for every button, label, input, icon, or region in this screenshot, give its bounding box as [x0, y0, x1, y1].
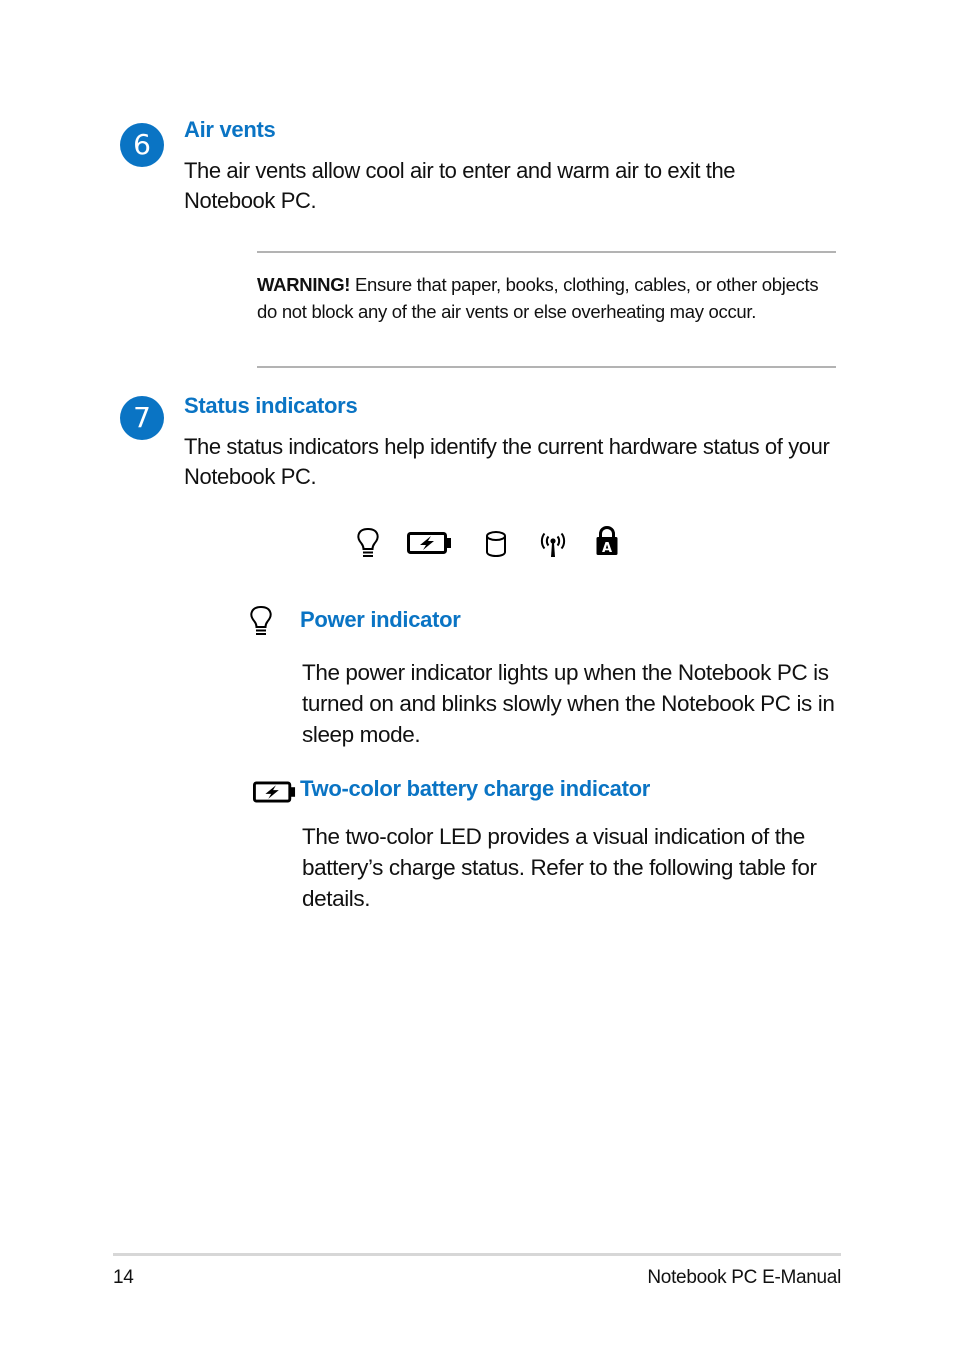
power-bulb-icon: [356, 528, 380, 558]
section-heading-status-indicators: Status indicators: [184, 393, 358, 418]
power-bulb-icon: [249, 606, 273, 636]
section-number: 6: [133, 128, 151, 161]
subsection-body-battery-indicator: The two-color LED provides a visual indi…: [302, 824, 817, 911]
section-body-status-indicators: The status indicators help identify the …: [184, 434, 830, 489]
subsection-heading-battery-indicator: Two-color battery charge indicator: [300, 776, 651, 801]
warning-bottom-divider: [257, 366, 836, 368]
footer-divider: [113, 1253, 841, 1256]
caps-lock-letter: A: [602, 541, 612, 556]
page-number: 14: [113, 1267, 134, 1288]
subsection-body-power-indicator: The power indicator lights up when the N…: [302, 660, 835, 747]
subsection-heading-power-indicator: Power indicator: [300, 607, 461, 632]
caps-lock-icon: A: [595, 526, 619, 556]
warning-top-divider: [257, 251, 836, 253]
storage-drive-icon: [484, 530, 508, 558]
battery-charge-icon: [253, 781, 296, 803]
section-number-badge: 6: [120, 123, 164, 167]
wireless-antenna-icon: [539, 530, 567, 558]
section-heading-air-vents: Air vents: [184, 117, 276, 142]
manual-title: Notebook PC E-Manual: [647, 1267, 841, 1288]
section-number: 7: [133, 401, 151, 434]
warning-note: WARNING! Ensure that paper, books, cloth…: [257, 271, 837, 325]
warning-label: WARNING!: [257, 274, 351, 295]
section-body-air-vents: The air vents allow cool air to enter an…: [184, 158, 736, 213]
section-number-badge: 7: [120, 396, 164, 440]
battery-charge-icon: [407, 532, 452, 554]
